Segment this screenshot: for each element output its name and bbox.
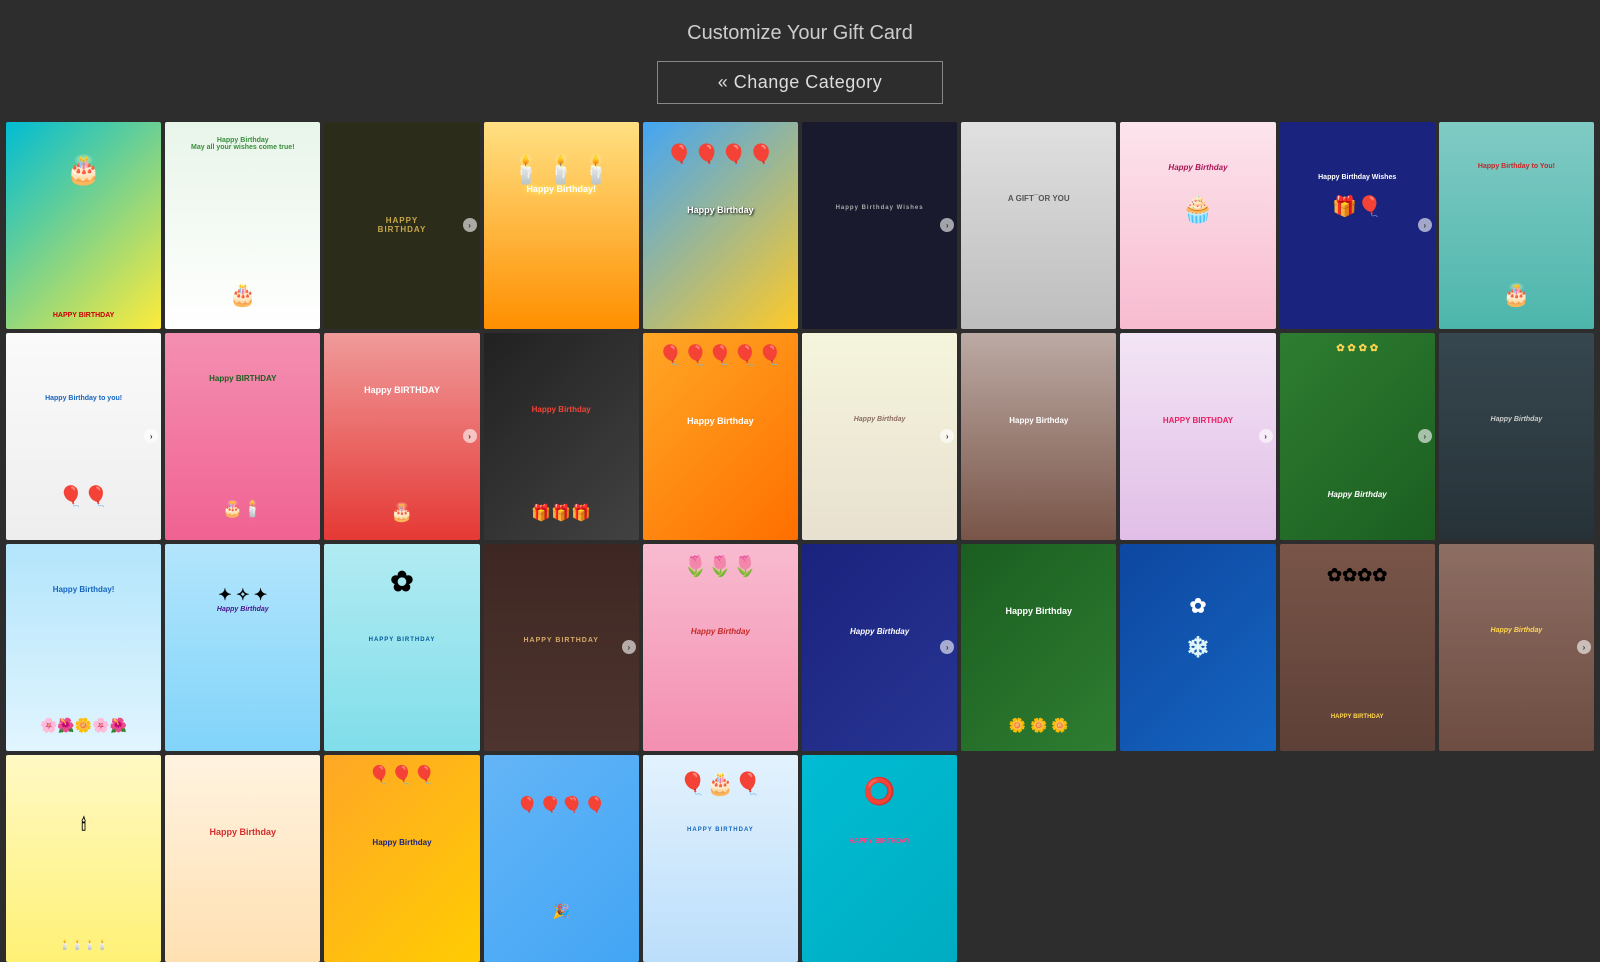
arrow-icon: › [940, 640, 954, 654]
cards-grid: 🎂 🎂 › 🕯️🕯️🕯️ 🎈🎈🎈🎈 › 🧁 › 🎁🎈 🎂 › 🎈🎈 🎂🕯️ › … [0, 122, 1600, 962]
card-26[interactable]: › [802, 544, 957, 751]
arrow-icon: › [940, 218, 954, 232]
arrow-icon: › [463, 429, 477, 443]
card-36[interactable]: ⭕ [802, 755, 957, 962]
arrow-icon: › [1259, 429, 1273, 443]
arrow-icon: › [622, 640, 636, 654]
card-28[interactable]: ❄ [1120, 544, 1275, 751]
cake-icon: 🎂 [229, 282, 256, 308]
card-3[interactable]: › [324, 122, 479, 329]
card-34[interactable]: 🎈🎈🎈🎈 🎉 [484, 755, 639, 962]
cake-icon: 🎂 [66, 153, 101, 186]
arrow-icon: › [144, 429, 158, 443]
card-1[interactable]: 🎂 [6, 122, 161, 329]
change-category-button[interactable]: « Change Category [657, 61, 944, 104]
arrow-icon: › [1418, 218, 1432, 232]
card-23[interactable]: ✿ [324, 544, 479, 751]
card-24[interactable]: › [484, 544, 639, 751]
card-35[interactable]: 🎈🎂🎈 [643, 755, 798, 962]
arrow-icon: › [940, 429, 954, 443]
card-32[interactable] [165, 755, 320, 962]
card-31[interactable]: 🕯️🕯️🕯️🕯️ [6, 755, 161, 962]
card-29[interactable]: ✿✿✿✿ [1280, 544, 1435, 751]
card-20[interactable] [1439, 333, 1594, 540]
arrow-icon: › [463, 218, 477, 232]
card-16[interactable]: › [802, 333, 957, 540]
arrow-icon: › [1577, 640, 1591, 654]
arrow-icon: › [1418, 429, 1432, 443]
card-14[interactable]: 🎁🎁🎁 [484, 333, 639, 540]
card-25[interactable]: 🌷🌷🌷 [643, 544, 798, 751]
card-19[interactable]: ✿ ✿ ✿ ✿ › [1280, 333, 1435, 540]
card-7[interactable] [961, 122, 1116, 329]
card-9[interactable]: › 🎁🎈 [1280, 122, 1435, 329]
card-27[interactable]: 🌼 🌼 🌼 [961, 544, 1116, 751]
page-title: Customize Your Gift Card [0, 22, 1600, 45]
page-header: Customize Your Gift Card [0, 0, 1600, 61]
card-8[interactable]: 🧁 [1120, 122, 1275, 329]
card-13[interactable]: › 🎂 [324, 333, 479, 540]
card-30[interactable]: › [1439, 544, 1594, 751]
card-11[interactable]: › 🎈🎈 [6, 333, 161, 540]
card-15[interactable]: 🎈🎈🎈🎈🎈 [643, 333, 798, 540]
card-2[interactable]: 🎂 [165, 122, 320, 329]
card-33[interactable]: 🎈🎈🎈 [324, 755, 479, 962]
card-6[interactable]: › [802, 122, 957, 329]
card-22[interactable]: ✦ ✧ ✦ [165, 544, 320, 751]
card-5[interactable]: 🎈🎈🎈🎈 [643, 122, 798, 329]
card-17[interactable] [961, 333, 1116, 540]
card-18[interactable]: › [1120, 333, 1275, 540]
card-12[interactable]: 🎂🕯️ [165, 333, 320, 540]
card-10[interactable]: 🎂 [1439, 122, 1594, 329]
card-21[interactable]: 🌸🌺🌼🌸🌺 [6, 544, 161, 751]
card-4[interactable]: 🕯️🕯️🕯️ [484, 122, 639, 329]
